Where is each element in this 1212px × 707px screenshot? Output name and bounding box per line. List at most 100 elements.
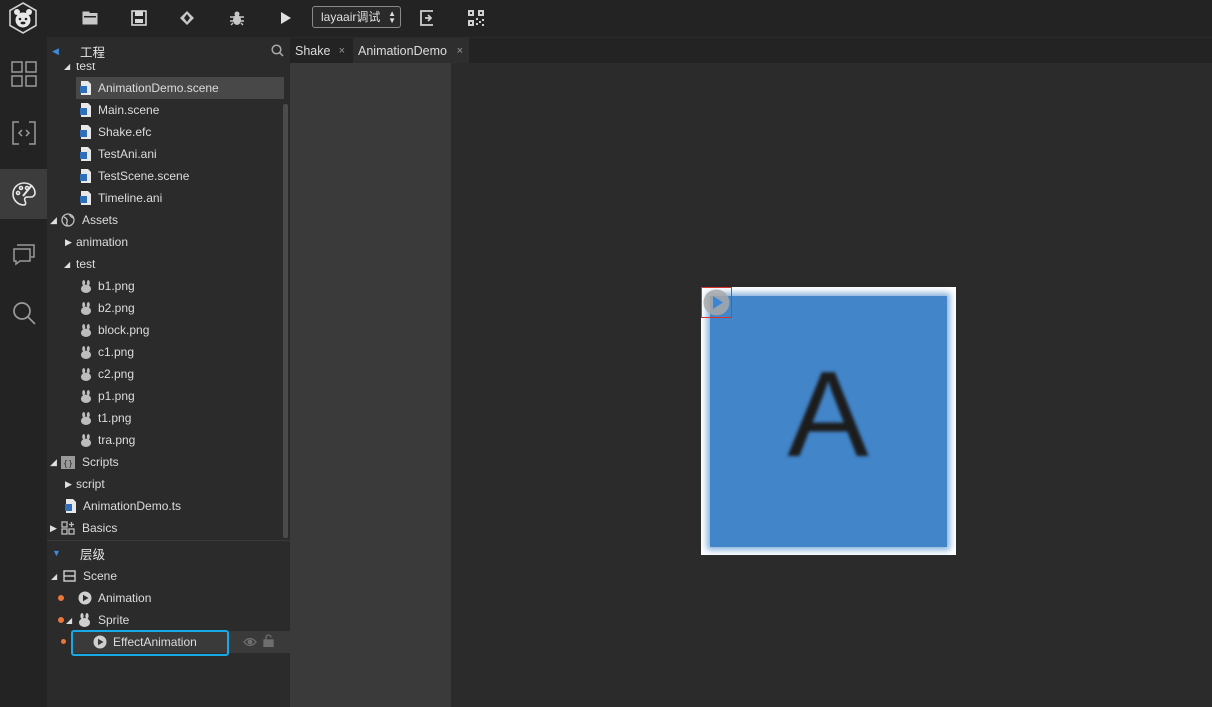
tree-file-png[interactable]: b1.png (47, 275, 283, 297)
debug-bug-icon[interactable] (226, 8, 248, 28)
expanded-arrow-icon: ◢ (64, 63, 71, 71)
collapsed-arrow-icon: ▶ (50, 522, 57, 533)
tree-file-ts[interactable]: AnimationDemo.ts (47, 495, 283, 517)
tab-animationdemo[interactable]: AnimationDemo × (353, 38, 469, 63)
visibility-eye-icon[interactable] (243, 636, 257, 650)
save-icon[interactable] (128, 8, 150, 28)
tree-file-scene[interactable]: Main.scene (76, 99, 284, 121)
tree-folder-test-top[interactable]: ◢ test (47, 63, 283, 73)
tab-label: Shake (295, 43, 331, 58)
lock-icon[interactable] (263, 634, 274, 650)
tree-file-png[interactable]: tra.png (47, 429, 283, 451)
tree-file-label: TestAni.ani (98, 147, 157, 161)
tree-file-scene[interactable]: Timeline.ani (76, 187, 284, 209)
sprite-image[interactable]: A (710, 296, 947, 547)
tree-folder-test[interactable]: ◢ test (47, 253, 283, 275)
export-icon[interactable] (416, 8, 438, 28)
tree-file-png[interactable]: b2.png (47, 297, 283, 319)
scene-ruler-area (290, 63, 451, 707)
tree-folder-assets[interactable]: ◢ Assets (47, 209, 283, 231)
tab-shake[interactable]: Shake × (290, 38, 351, 63)
tree-folder-animation[interactable]: ▶ animation (47, 231, 283, 253)
image-rabbit-icon (79, 433, 93, 447)
tree-file-png[interactable]: p1.png (47, 385, 283, 407)
collapse-triangle-icon[interactable]: ▼ (52, 548, 61, 558)
project-tree[interactable]: ◢ test AnimationDemo.scene Main.scene Shak… (47, 63, 290, 541)
animation-play-icon (703, 289, 730, 316)
hierarchy-item-animation[interactable]: Animation (47, 587, 290, 609)
basics-components-icon (61, 521, 75, 535)
tree-folder-label: animation (76, 235, 129, 249)
image-rabbit-icon (79, 411, 93, 425)
hierarchy-item-sprite[interactable]: ◢ Sprite (47, 609, 290, 631)
expanded-arrow-icon: ◢ (66, 615, 73, 625)
project-tree-scrollbar[interactable] (283, 104, 288, 538)
search-icon[interactable] (271, 44, 284, 60)
hierarchy-item-label: Scene (83, 569, 118, 583)
chat-icon[interactable] (0, 229, 47, 279)
select-arrow-icon: ▲ ▼ (388, 9, 396, 25)
tree-file-png[interactable]: block.png (47, 319, 283, 341)
file-icon (79, 103, 93, 117)
tree-file-label: TestScene.scene (98, 169, 190, 183)
tree-file-label: t1.png (98, 411, 132, 425)
publish-icon[interactable] (176, 8, 198, 28)
tree-folder-label: test (76, 63, 96, 73)
tree-folder-label: script (76, 477, 105, 491)
tree-file-scene[interactable]: TestScene.scene (76, 165, 284, 187)
expanded-arrow-icon: ◢ (50, 214, 57, 225)
node-status-dot (58, 595, 64, 601)
effect-animation-marker[interactable] (701, 287, 732, 318)
hierarchy-panel-title: 层级 (80, 548, 106, 562)
expanded-arrow-icon: ◢ (50, 456, 57, 467)
activity-bar (0, 0, 47, 707)
collapse-triangle-icon[interactable]: ◀ (52, 46, 59, 57)
tree-file-png[interactable]: c2.png (47, 363, 283, 385)
hierarchy-item-label: Sprite (98, 613, 130, 627)
project-panel-header[interactable]: ◀ 工程 (47, 39, 290, 64)
image-rabbit-icon (79, 345, 93, 359)
tree-file-label: p1.png (98, 389, 135, 403)
open-folder-icon[interactable] (79, 8, 101, 28)
hierarchy-item-label: Animation (98, 591, 152, 605)
image-rabbit-icon (79, 279, 93, 293)
image-rabbit-icon (79, 389, 93, 403)
tree-file-scene[interactable]: Shake.efc (76, 121, 284, 143)
node-status-dot (61, 639, 66, 644)
tree-file-label: b1.png (98, 279, 135, 293)
close-icon[interactable]: × (339, 45, 345, 57)
sprite-letter: A (710, 296, 947, 547)
tree-folder-basics[interactable]: ▶ Basics (47, 517, 283, 539)
hierarchy-panel-header[interactable]: ▼ 层级 (47, 541, 290, 566)
engine-select[interactable]: layaair调试 ▲ ▼ (312, 6, 401, 28)
tree-file-label: Shake.efc (98, 125, 152, 139)
image-rabbit-icon (79, 323, 93, 337)
globe-icon (61, 213, 75, 227)
svg-text:{}: {} (63, 459, 73, 468)
tree-file-label: AnimationDemo.ts (83, 499, 182, 513)
tree-folder-label: Assets (82, 213, 119, 227)
tree-file-label: block.png (98, 323, 150, 337)
palette-icon[interactable] (0, 169, 47, 219)
image-rabbit-icon (79, 301, 93, 315)
scripts-folder-icon: {} (61, 455, 75, 469)
layout-grid-icon[interactable] (0, 49, 47, 99)
stage-canvas[interactable]: A (701, 287, 956, 555)
close-icon[interactable]: × (457, 45, 463, 57)
tree-file-scene[interactable]: AnimationDemo.scene (76, 77, 284, 99)
code-editor-icon[interactable] (0, 108, 47, 158)
file-icon (79, 147, 93, 161)
layaair-logo-icon[interactable] (7, 2, 39, 34)
tree-file-label: AnimationDemo.scene (98, 81, 219, 95)
tree-file-png[interactable]: t1.png (47, 407, 283, 429)
qrcode-icon[interactable] (465, 8, 487, 28)
tree-file-scene[interactable]: TestAni.ani (76, 143, 284, 165)
search-icon[interactable] (0, 288, 47, 338)
tree-file-png[interactable]: c1.png (47, 341, 283, 363)
tree-folder-script[interactable]: ▶ script (47, 473, 283, 495)
tree-folder-scripts[interactable]: ◢ {} Scripts (47, 451, 283, 473)
play-icon[interactable] (275, 8, 297, 28)
editor-tabs: Shake × AnimationDemo × (290, 38, 1212, 63)
hierarchy-item-scene[interactable]: ◢ Scene (47, 565, 290, 587)
tree-file-label: Main.scene (98, 103, 160, 117)
